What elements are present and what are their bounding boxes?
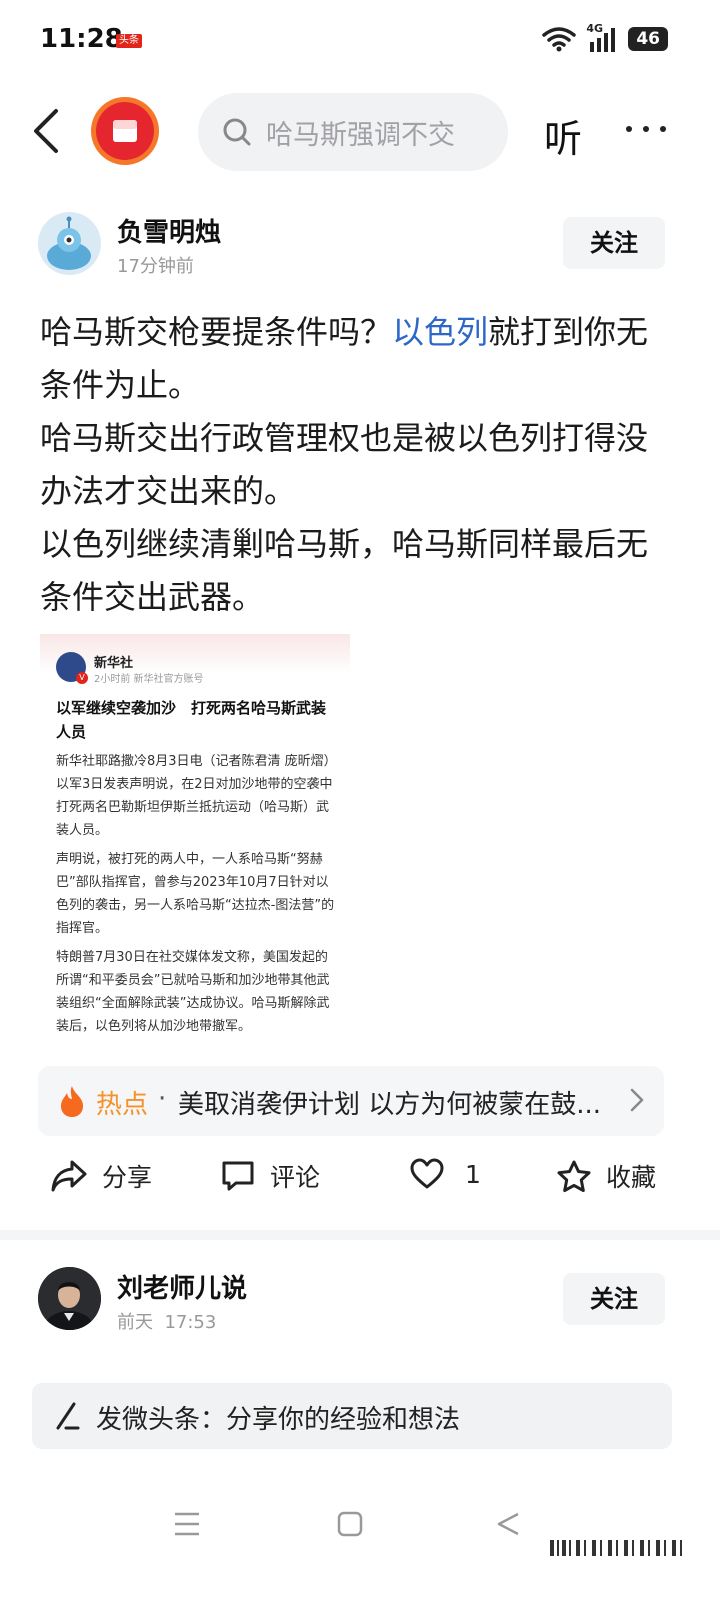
chevron-right-icon [630, 1088, 644, 1112]
source-logo-icon: V [56, 652, 88, 684]
hot-topic-bar[interactable]: 热点 · 美取消袭伊计划 以方为何被蒙在鼓... [38, 1066, 664, 1136]
share-button[interactable]: 分享 [50, 1158, 152, 1194]
watermark-bars-icon [550, 1540, 682, 1556]
app-logo[interactable] [91, 97, 159, 165]
post-paragraph: 哈马斯交出行政管理权也是被以色列打得没办法才交出来的。 [40, 419, 649, 510]
share-icon [51, 1160, 87, 1192]
follow-button[interactable]: 关注 [563, 217, 665, 269]
avatar[interactable] [38, 1267, 101, 1330]
status-time: 11:28 [40, 24, 123, 54]
star-icon [557, 1160, 591, 1192]
embed-paragraph: 声明说，被打死的两人中，一人系哈马斯“努赫巴”部队指挥官，曾参与2023年10月… [56, 852, 335, 936]
embed-source-sub: 2小时前 新华社官方账号 [94, 674, 204, 685]
share-label: 分享 [102, 1163, 153, 1192]
listen-button[interactable]: 听 [544, 108, 582, 163]
search-input[interactable]: 哈马斯强调不交 [266, 113, 482, 152]
like-count: 1 [465, 1159, 481, 1189]
comment-label: 评论 [270, 1163, 321, 1192]
search-icon [223, 118, 251, 146]
favorite-button[interactable]: 收藏 [556, 1158, 656, 1194]
post-paragraph: 以色列继续清剿哈马斯，哈马斯同样最后无条件交出武器。 [40, 525, 649, 616]
fire-icon [61, 1086, 83, 1117]
heart-icon [410, 1158, 444, 1189]
embed-title: 以军继续空袭加沙 打死两名哈马斯武装人员 [56, 699, 327, 741]
battery-indicator: 46 [628, 27, 668, 51]
comment-button[interactable]: 评论 [220, 1158, 320, 1194]
hot-separator: · [158, 1084, 167, 1114]
favorite-label: 收藏 [606, 1163, 657, 1192]
author-name[interactable]: 负雪明烛 [117, 212, 221, 249]
embed-paragraph: 新华社耶路撒冷8月3日电（记者陈君清 庞昕熠）以军3日发表声明说，在2日对加沙地… [56, 754, 337, 838]
embedded-image[interactable]: V 新华社 2小时前 新华社官方账号 以军继续空袭加沙 打死两名哈马斯武装人员 … [40, 634, 350, 1052]
hot-label: 热点 [96, 1090, 149, 1120]
comment-icon [222, 1161, 254, 1191]
post-paragraph: 哈马斯交枪要提条件吗？以色列就打到你无条件为止。 [40, 313, 649, 404]
like-button[interactable]: 1 [409, 1158, 481, 1190]
author-name[interactable]: 刘老师儿说 [117, 1268, 247, 1305]
follow-button[interactable]: 关注 [563, 1273, 665, 1325]
post-time: 17分钟前 [117, 256, 194, 277]
hot-headline[interactable]: 美取消袭伊计划 以方为何被蒙在鼓... [178, 1084, 638, 1121]
embed-source: 新华社 [94, 656, 134, 671]
app-badge: 头条 [116, 34, 142, 48]
compose-input[interactable]: 发微头条：分享你的经验和想法 [96, 1399, 460, 1436]
back-triangle-icon[interactable] [494, 1510, 522, 1538]
section-divider [0, 1230, 720, 1240]
post-time: 前天 17:53 [117, 1312, 217, 1333]
embed-body: 新华社耶路撒冷8月3日电（记者陈君清 庞昕熠）以军3日发表声明说，在2日对加沙地… [56, 750, 340, 1044]
wifi-icon [542, 27, 577, 52]
search-bar[interactable]: 哈马斯强调不交 [198, 93, 508, 171]
embed-paragraph: 特朗普7月30日在社交媒体发文称，美国发起的所谓“和平委员会”已就哈马斯和加沙地… [56, 950, 330, 1034]
more-options-icon[interactable] [626, 126, 666, 132]
compose-bar[interactable]: 发微头条：分享你的经验和想法 [32, 1383, 672, 1449]
post-content: 哈马斯交枪要提条件吗？以色列就打到你无条件为止。 哈马斯交出行政管理权也是被以色… [40, 306, 660, 624]
avatar[interactable] [38, 212, 101, 275]
back-arrow-icon[interactable] [30, 108, 62, 154]
status-icons: 4G 46 [542, 22, 668, 52]
home-icon[interactable] [336, 1510, 364, 1538]
pen-icon [56, 1402, 80, 1430]
topic-link[interactable]: 以色列 [392, 313, 488, 351]
menu-icon[interactable] [172, 1510, 202, 1538]
signal-icon: 4G [586, 22, 618, 52]
